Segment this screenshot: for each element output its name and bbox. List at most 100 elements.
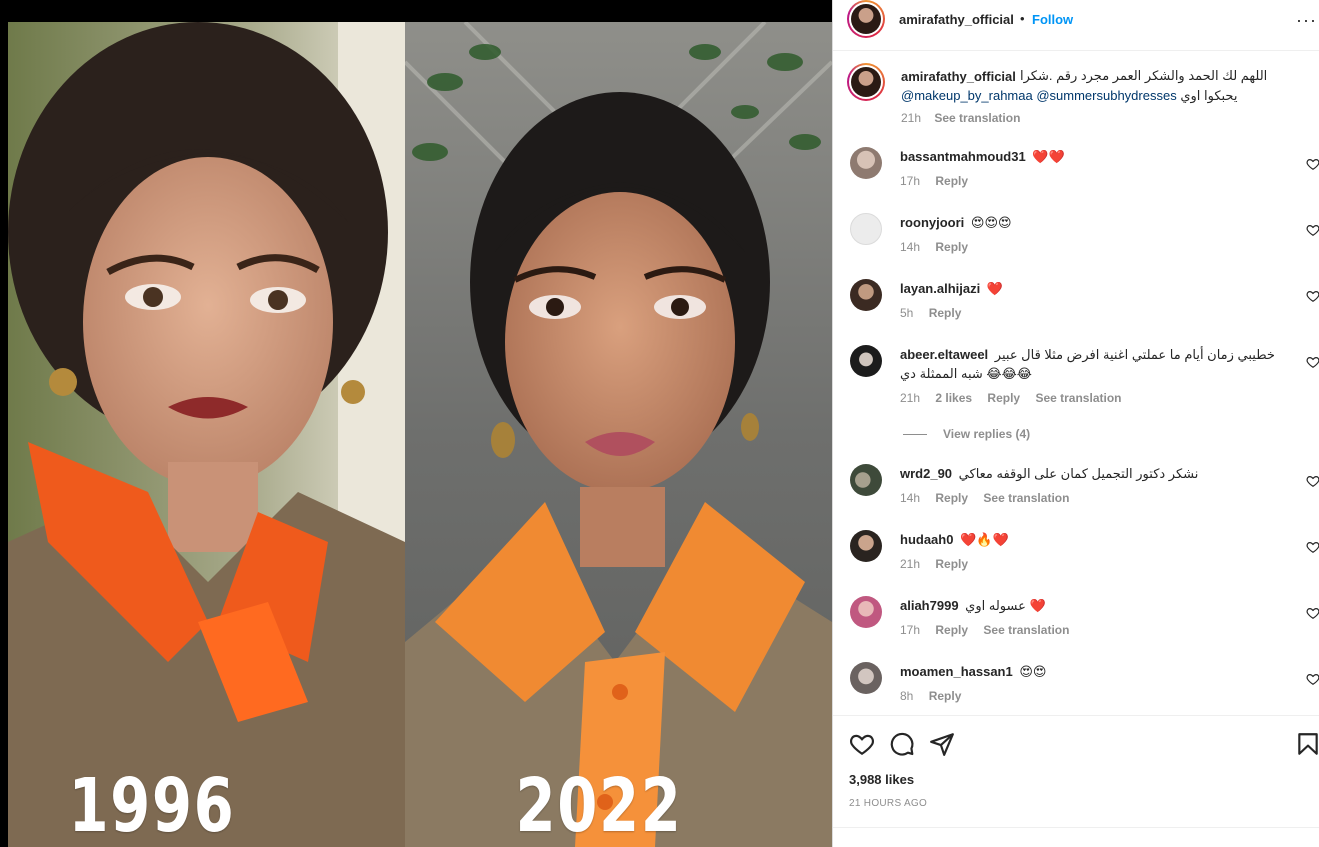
comment-time: 14h: [900, 240, 921, 254]
comment-item: moamen_hassan1 😍😍 8h Reply: [833, 662, 1319, 722]
comment-text: عسوله اوي ❤️: [965, 598, 1046, 613]
year-label-left: 1996: [68, 763, 236, 847]
comment-avatar[interactable]: [850, 345, 882, 377]
replies-divider: [903, 434, 927, 436]
photo-1996: 1996: [8, 22, 405, 847]
comment-username[interactable]: hudaah0: [900, 532, 953, 547]
post-media[interactable]: 1996 2022: [0, 0, 832, 847]
comment-item: aliah7999 عسوله اوي ❤️ 17h Reply See tra…: [833, 596, 1319, 656]
comment-meta: 5h Reply: [900, 306, 973, 320]
bookmark-icon[interactable]: [1295, 731, 1319, 757]
comment-avatar[interactable]: [850, 147, 882, 179]
like-comment-heart-icon[interactable]: [1306, 157, 1319, 171]
mention-makeup[interactable]: @makeup_by_rahmaa: [901, 88, 1033, 103]
like-comment-heart-icon[interactable]: [1306, 289, 1319, 303]
comment-username[interactable]: bassantmahmoud31: [900, 149, 1026, 164]
reply-button[interactable]: Reply: [929, 689, 962, 703]
like-comment-heart-icon[interactable]: [1306, 606, 1319, 620]
comment-text: خطيبي زمان أيام ما عملتي اغنية افرض مثلا…: [994, 347, 1275, 362]
comment-time: 17h: [900, 174, 921, 188]
caption-see-translation[interactable]: See translation: [934, 111, 1020, 125]
comment-username[interactable]: abeer.eltaweel: [900, 347, 988, 362]
like-comment-heart-icon[interactable]: [1306, 474, 1319, 488]
caption-text-line1: اللهم لك الحمد والشكر العمر مجرد رقم .شك…: [1020, 68, 1268, 83]
comment-time: 17h: [900, 623, 921, 637]
follow-button[interactable]: Follow: [1032, 12, 1073, 27]
post-sidebar: amirafathy_official • Follow ··· amirafa…: [832, 0, 1319, 847]
comment-text: ❤️: [986, 281, 1004, 296]
comment-avatar[interactable]: [850, 213, 882, 245]
comment-username[interactable]: wrd2_90: [900, 466, 952, 481]
like-comment-heart-icon[interactable]: [1306, 672, 1319, 686]
comment-meta: 21h 2 likes Reply See translation: [900, 391, 1133, 405]
caption-username[interactable]: amirafathy_official: [901, 69, 1016, 84]
post-timestamp: 21 HOURS AGO: [849, 798, 928, 809]
comment-text: ❤️🔥❤️: [960, 532, 1009, 547]
comment-avatar[interactable]: [850, 662, 882, 694]
mention-dresses[interactable]: @summersubhydresses: [1036, 88, 1176, 103]
view-replies-label: View replies (4): [943, 427, 1031, 441]
comment-time: 14h: [900, 491, 921, 505]
view-replies-button[interactable]: View replies (4): [903, 427, 1030, 441]
author-username[interactable]: amirafathy_official: [899, 12, 1014, 27]
comment-text-line2: شبه الممثلة دي 😂😂😂: [900, 366, 1032, 381]
comment-text: 😍😍😍: [970, 215, 1012, 230]
comment-item: roonyjoori 😍😍😍 14h Reply: [833, 213, 1319, 273]
media-top-bar: [0, 0, 832, 22]
separator-dot: •: [1020, 11, 1025, 26]
post-header: amirafathy_official • Follow ···: [833, 0, 1319, 51]
comment-meta: 8h Reply: [900, 689, 973, 703]
comment-meta: 17h Reply See translation: [900, 623, 1081, 637]
caption-text-line2: @makeup_by_rahmaa @summersubhydresses يح…: [901, 88, 1237, 104]
comment-meta: 17h Reply: [900, 174, 980, 188]
reply-button[interactable]: Reply: [987, 391, 1020, 405]
comment-time: 8h: [900, 689, 914, 703]
caption-time: 21h: [901, 111, 922, 125]
reply-button[interactable]: Reply: [935, 557, 968, 571]
comment-item: hudaah0 ❤️🔥❤️ 21h Reply: [833, 530, 1319, 590]
comment-username[interactable]: aliah7999: [900, 598, 959, 613]
comment-text: ❤️❤️: [1032, 149, 1065, 164]
comment-avatar[interactable]: [850, 279, 882, 311]
comment-item: wrd2_90 نشكر دكتور التجميل كمان على الوق…: [833, 464, 1319, 524]
see-translation-button[interactable]: See translation: [1035, 391, 1121, 405]
comment-meta: 14h Reply: [900, 240, 980, 254]
comment-avatar[interactable]: [850, 530, 882, 562]
comment-username[interactable]: roonyjoori: [900, 215, 964, 230]
like-comment-heart-icon[interactable]: [1306, 355, 1319, 369]
reply-button[interactable]: Reply: [935, 240, 968, 254]
comment-item: bassantmahmoud31 ❤️❤️ 17h Reply: [833, 147, 1319, 207]
likes-count[interactable]: 3,988 likes: [849, 772, 914, 787]
comment-text: نشكر دكتور التجميل كمان على الوقفه معاكي: [958, 466, 1199, 481]
comment-username[interactable]: moamen_hassan1: [900, 664, 1013, 679]
comment-text: 😍😍: [1019, 664, 1047, 679]
comment-item: abeer.eltaweel خطيبي زمان أيام ما عملتي …: [833, 345, 1319, 425]
heart-icon[interactable]: [849, 731, 875, 757]
year-label-right: 2022: [515, 763, 683, 847]
reply-button[interactable]: Reply: [935, 491, 968, 505]
reply-button[interactable]: Reply: [935, 623, 968, 637]
reply-button[interactable]: Reply: [929, 306, 962, 320]
comment-time: 21h: [900, 391, 921, 405]
see-translation-button[interactable]: See translation: [983, 491, 1069, 505]
comment-username[interactable]: layan.alhijazi: [900, 281, 980, 296]
comment-meta: 21h Reply: [900, 557, 980, 571]
caption-avatar[interactable]: [847, 63, 885, 101]
instagram-post-view: 1996 2022 amirafathy_official • Follow ·…: [0, 0, 1319, 847]
divider: [833, 827, 1319, 828]
comment-meta: 14h Reply See translation: [900, 491, 1081, 505]
comment-icon[interactable]: [889, 731, 915, 757]
post-actions: 3,988 likes 21 HOURS AGO: [833, 715, 1319, 847]
comment-likes[interactable]: 2 likes: [935, 391, 972, 405]
comment-time: 21h: [900, 557, 921, 571]
reply-button[interactable]: Reply: [935, 174, 968, 188]
like-comment-heart-icon[interactable]: [1306, 540, 1319, 554]
share-icon[interactable]: [929, 731, 955, 757]
see-translation-button[interactable]: See translation: [983, 623, 1069, 637]
photo-2022: 2022: [405, 22, 832, 847]
comment-avatar[interactable]: [850, 596, 882, 628]
comment-avatar[interactable]: [850, 464, 882, 496]
more-options-icon[interactable]: ···: [1296, 10, 1317, 31]
like-comment-heart-icon[interactable]: [1306, 223, 1319, 237]
author-avatar[interactable]: [847, 0, 885, 38]
